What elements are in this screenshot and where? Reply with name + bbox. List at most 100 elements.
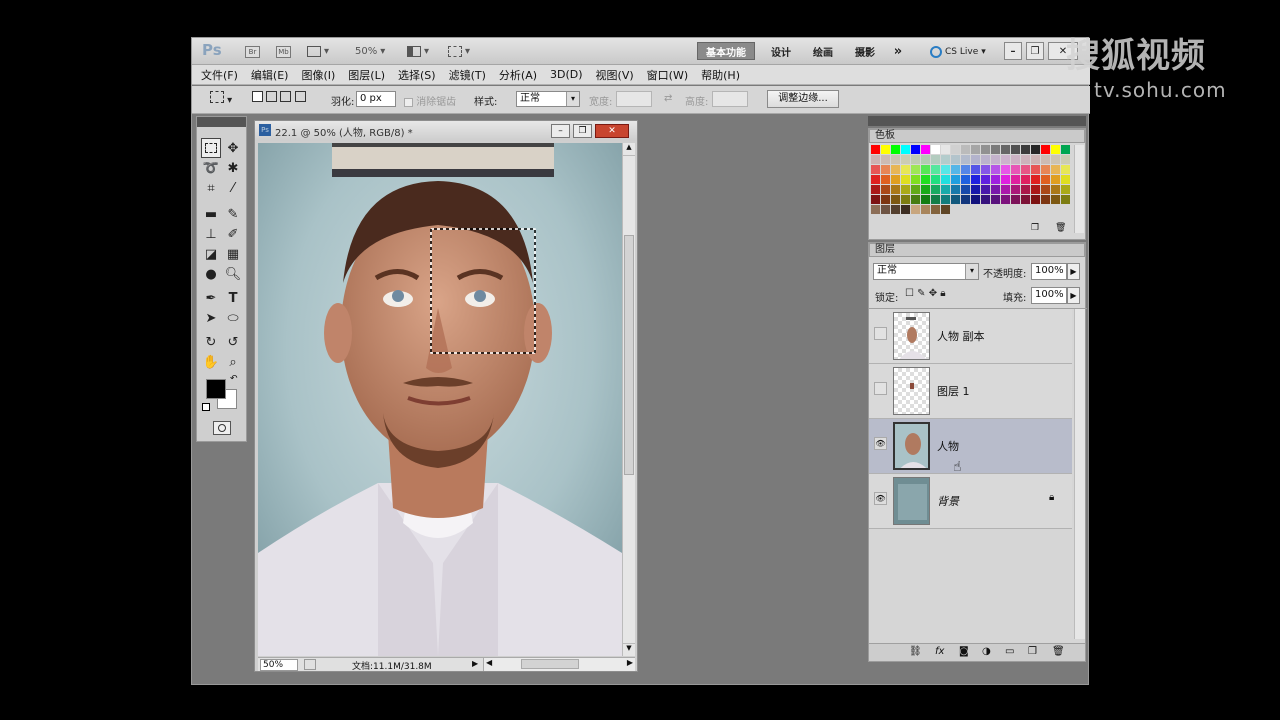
blur-tool-icon[interactable]: ● — [201, 264, 221, 284]
adjustment-layer-icon[interactable]: ◑ — [982, 646, 991, 657]
rect-marquee-tool-icon[interactable] — [201, 138, 221, 158]
color-swatch[interactable] — [1041, 175, 1050, 184]
color-swatch[interactable] — [1031, 185, 1040, 194]
gradient-tool-icon[interactable]: ▦ — [223, 244, 243, 264]
eraser-tool-icon[interactable]: ◪ — [201, 244, 221, 264]
crop-tool-icon[interactable]: ⌗ — [201, 178, 221, 198]
color-swatch[interactable] — [871, 165, 880, 174]
new-layer-icon[interactable]: ❐ — [1028, 646, 1037, 657]
color-swatch[interactable] — [931, 145, 940, 154]
eye-icon[interactable]: 👁︎ — [874, 492, 887, 505]
3d-orbit-tool-icon[interactable]: ↺ — [223, 332, 243, 352]
color-swatch[interactable] — [1021, 145, 1030, 154]
color-swatch[interactable] — [921, 195, 930, 204]
color-swatch[interactable] — [891, 175, 900, 184]
color-swatch[interactable] — [881, 175, 890, 184]
color-swatch[interactable] — [881, 165, 890, 174]
color-swatch[interactable] — [911, 155, 920, 164]
menu-3d[interactable]: 3D(D) — [550, 68, 583, 81]
arrange-docs-icon[interactable]: ▾ — [407, 44, 429, 59]
color-swatch[interactable] — [1001, 165, 1010, 174]
color-swatch[interactable] — [931, 165, 940, 174]
color-swatch[interactable] — [881, 155, 890, 164]
brush-tool-icon[interactable]: ✎ — [223, 204, 243, 224]
quick-mask-icon[interactable] — [213, 421, 231, 435]
color-swatch[interactable] — [961, 155, 970, 164]
workspace-design[interactable]: 设计 — [764, 42, 798, 60]
color-swatch[interactable] — [871, 195, 880, 204]
color-swatch[interactable] — [941, 145, 950, 154]
color-swatch[interactable] — [1021, 155, 1030, 164]
width-input[interactable] — [616, 91, 652, 107]
status-icon[interactable] — [304, 659, 316, 670]
color-swatch[interactable] — [871, 155, 880, 164]
color-swatch[interactable] — [991, 175, 1000, 184]
path-selection-tool-icon[interactable]: ➤ — [201, 308, 221, 328]
color-swatch[interactable] — [1011, 165, 1020, 174]
color-swatch[interactable] — [991, 145, 1000, 154]
color-swatch[interactable] — [871, 175, 880, 184]
layers-scrollbar[interactable] — [1074, 309, 1085, 639]
color-swatch[interactable] — [1051, 175, 1060, 184]
menu-analysis[interactable]: 分析(A) — [499, 67, 537, 83]
color-swatch[interactable] — [1041, 145, 1050, 154]
color-swatch[interactable] — [911, 175, 920, 184]
color-swatch[interactable] — [1001, 195, 1010, 204]
fill-slider-arrow-icon[interactable]: ▶ — [1067, 287, 1080, 304]
color-swatch[interactable] — [1001, 155, 1010, 164]
menu-filter[interactable]: 滤镜(T) — [449, 67, 486, 83]
color-swatch[interactable] — [921, 175, 930, 184]
color-swatch[interactable] — [951, 195, 960, 204]
color-swatch[interactable] — [911, 205, 920, 214]
panel-dock-header[interactable] — [868, 116, 1086, 126]
color-swatch[interactable] — [1031, 155, 1040, 164]
color-swatch[interactable] — [1031, 145, 1040, 154]
color-swatch[interactable] — [1011, 155, 1020, 164]
color-swatch[interactable] — [931, 195, 940, 204]
color-swatch[interactable] — [971, 155, 980, 164]
layer-row[interactable]: 人物 副本 — [869, 309, 1072, 364]
color-swatch[interactable] — [931, 185, 940, 194]
layer-row[interactable]: 👁︎ 背景 🔒︎ — [869, 474, 1072, 529]
color-swatch[interactable] — [1011, 185, 1020, 194]
vertical-scroll-thumb[interactable] — [624, 235, 634, 475]
link-layers-icon[interactable]: ⛓ — [909, 646, 922, 657]
color-swatch[interactable] — [1051, 155, 1060, 164]
color-swatch[interactable] — [1051, 195, 1060, 204]
color-swatch[interactable] — [1061, 145, 1070, 154]
lasso-tool-icon[interactable]: ➰ — [201, 158, 221, 178]
color-swatch[interactable] — [991, 155, 1000, 164]
color-swatch[interactable] — [1051, 185, 1060, 194]
color-swatch[interactable] — [881, 195, 890, 204]
minibridge-icon[interactable]: Mb — [276, 44, 291, 59]
color-swatch[interactable] — [931, 155, 940, 164]
history-brush-tool-icon[interactable]: ✐ — [223, 224, 243, 244]
menu-select[interactable]: 选择(S) — [398, 67, 436, 83]
color-swatch[interactable] — [971, 195, 980, 204]
color-swatch[interactable] — [941, 185, 950, 194]
color-swatch[interactable] — [1001, 185, 1010, 194]
layer-mask-icon[interactable]: ◙ — [959, 646, 969, 657]
scroll-left-icon[interactable]: ◀ — [486, 658, 492, 667]
color-swatch[interactable] — [971, 175, 980, 184]
color-swatch[interactable] — [1031, 175, 1040, 184]
color-swatch[interactable] — [1041, 185, 1050, 194]
new-swatch-icon[interactable]: ❐ — [1031, 223, 1039, 233]
swatches-tab[interactable]: 色板 — [869, 129, 1085, 143]
color-swatch[interactable] — [961, 165, 970, 174]
color-swatch[interactable] — [1061, 155, 1070, 164]
bridge-icon[interactable]: Br — [245, 44, 260, 59]
swap-icon[interactable]: ⇄ — [664, 93, 672, 104]
color-swatch[interactable] — [1021, 165, 1030, 174]
color-swatch[interactable] — [871, 205, 880, 214]
zoom-select[interactable]: 50% ▾ — [355, 44, 385, 59]
color-swatch[interactable] — [961, 185, 970, 194]
color-swatch[interactable] — [901, 175, 910, 184]
color-swatch[interactable] — [1041, 155, 1050, 164]
color-swatch[interactable] — [901, 145, 910, 154]
swatch-grid[interactable] — [871, 145, 1071, 215]
dodge-tool-icon[interactable]: 🔍︎ — [223, 264, 243, 284]
color-swatch[interactable] — [941, 195, 950, 204]
color-swatch[interactable] — [971, 185, 980, 194]
color-swatch[interactable] — [961, 175, 970, 184]
